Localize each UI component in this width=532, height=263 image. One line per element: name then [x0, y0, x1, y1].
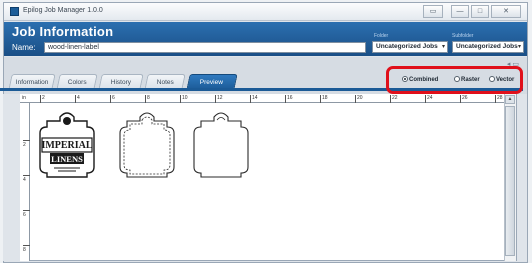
logo-text-line2: LINENS — [51, 154, 83, 164]
scroll-up-icon[interactable]: ▲ — [505, 95, 515, 104]
ruler-tick — [23, 245, 30, 246]
chevron-down-icon: ▾ — [441, 44, 445, 50]
ruler-tick — [355, 95, 356, 103]
ruler-label: 6 — [23, 212, 26, 218]
folder-dropdown-value: Uncategorized Jobs — [376, 43, 438, 50]
ruler-label: 28 — [497, 95, 503, 101]
window-title: Epilog Job Manager 1.0.0 — [23, 7, 103, 14]
ruler-tick — [23, 210, 30, 211]
job-header: Job Information Name: wood-linen-label F… — [4, 22, 527, 56]
ruler-tick — [23, 140, 30, 141]
ruler-tick — [75, 95, 76, 103]
ruler-label: 24 — [427, 95, 433, 101]
title-bar: Epilog Job Manager 1.0.0 ▭ — □ ✕ — [4, 3, 527, 21]
ruler-tick — [145, 95, 146, 103]
dashed-label-shape[interactable] — [112, 111, 182, 186]
ruler-label: 18 — [322, 95, 328, 101]
restore-button[interactable]: ▭ — [423, 5, 443, 18]
ruler-label: 2 — [23, 142, 26, 148]
chevron-down-icon: ▾ — [517, 44, 521, 50]
ruler-tick — [495, 95, 496, 103]
page-title: Job Information — [12, 24, 114, 39]
left-strip — [3, 94, 19, 261]
ruler-label: 22 — [392, 95, 398, 101]
subfolder-dropdown-value: Uncategorized Jobs — [456, 43, 518, 50]
ruler-label: 10 — [182, 95, 188, 101]
ruler-unit: in — [22, 95, 26, 101]
app-icon — [10, 7, 19, 16]
ruler-tick — [425, 95, 426, 103]
ruler-label: 20 — [357, 95, 363, 101]
ruler-label: 12 — [217, 95, 223, 101]
ruler-label: 4 — [77, 95, 80, 101]
ruler-tick — [23, 175, 30, 176]
ruler-tick — [180, 95, 181, 103]
maximize-button[interactable]: □ — [471, 5, 489, 18]
ruler-label: 4 — [23, 177, 26, 183]
subfolder-label: Subfolder — [452, 33, 474, 39]
name-label: Name: — [12, 43, 36, 52]
outline-label-shape[interactable] — [186, 111, 256, 186]
ruler-label: 8 — [23, 247, 26, 253]
highlight-annotation — [386, 66, 523, 94]
job-name-input[interactable]: wood-linen-label — [44, 42, 366, 53]
folder-label: Folder — [374, 33, 389, 39]
scrollbar-thumb[interactable] — [505, 106, 515, 256]
minimize-button[interactable]: — — [451, 5, 469, 18]
ruler-tick — [320, 95, 321, 103]
ruler-tick — [215, 95, 216, 103]
folder-dropdown[interactable]: Uncategorized Jobs ▾ — [372, 41, 448, 53]
ruler-label: 8 — [147, 95, 150, 101]
subfolder-dropdown[interactable]: Uncategorized Jobs ▾ — [452, 41, 524, 53]
ruler-tick — [460, 95, 461, 103]
ruler-label: 2 — [42, 95, 45, 101]
ruler-tick — [250, 95, 251, 103]
screen: Epilog Job Manager 1.0.0 ▭ — □ ✕ Job Inf… — [0, 0, 532, 263]
ruler-label: 6 — [112, 95, 115, 101]
close-button[interactable]: ✕ — [491, 5, 521, 18]
ruler-label: 16 — [287, 95, 293, 101]
ruler-tick — [285, 95, 286, 103]
ruler-label: 26 — [462, 95, 468, 101]
logo-text-line1: IMPERIAL — [41, 140, 92, 151]
ruler-label: 14 — [252, 95, 258, 101]
ruler-tick — [390, 95, 391, 103]
imperial-linens-label-shape[interactable]: IMPERIAL LINENS — [32, 111, 102, 186]
ruler-tick — [40, 95, 41, 103]
ruler-tick — [110, 95, 111, 103]
